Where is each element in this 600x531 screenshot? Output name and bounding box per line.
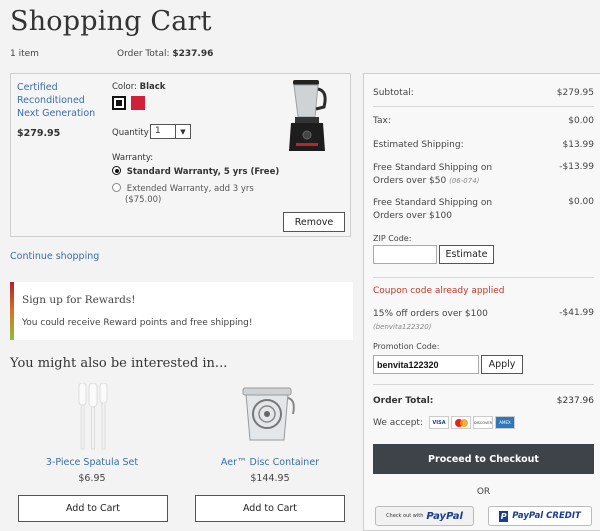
continue-shopping-link[interactable]: Continue shopping — [10, 251, 99, 262]
cart-item-price: $279.95 — [17, 128, 61, 139]
shipping-label: Estimated Shipping: — [373, 140, 464, 150]
product-price-spatula: $6.95 — [78, 473, 106, 484]
subtotal-value: $279.95 — [556, 88, 594, 98]
zip-input[interactable] — [373, 245, 437, 264]
warranty-option-extended[interactable]: Extended Warranty, add 3 yrs ($75.00) — [112, 183, 254, 206]
order-total-label: Order Total: — [373, 396, 434, 406]
recommend-title: You might also be interested in... — [10, 356, 228, 371]
discover-card-icon: DISCOVER — [473, 416, 493, 429]
tax-value: $0.00 — [568, 116, 594, 126]
paypal-checkout-button[interactable]: Check out with PayPal — [375, 506, 474, 526]
tax-label: Tax: — [373, 116, 391, 126]
radio-icon — [112, 183, 121, 192]
promo-discount-value: -$41.99 — [559, 308, 594, 318]
visa-card-icon: VISA — [429, 416, 449, 429]
radio-selected-icon — [112, 166, 121, 175]
page-title: Shopping Cart — [10, 6, 212, 37]
paypal-logo-icon: PayPal — [426, 510, 463, 522]
blender-image — [289, 80, 327, 151]
remove-button[interactable]: Remove — [283, 212, 345, 232]
promo-discount: 15% off orders over $100 (benvita122320) — [373, 309, 488, 331]
product-price-disc: $144.95 — [250, 473, 290, 484]
product-name-spatula[interactable]: 3-Piece Spatula Set — [10, 457, 174, 468]
color-label: Color: Black — [112, 82, 166, 92]
rewards-text: You could receive Reward points and free… — [22, 318, 253, 328]
spatula-set-image — [78, 383, 108, 450]
subtotal-label: Subtotal: — [373, 88, 414, 98]
chevron-down-icon: ▼ — [175, 125, 190, 138]
swatch-black[interactable] — [112, 96, 126, 110]
mastercard-icon — [451, 416, 471, 429]
warranty-option-standard[interactable]: Standard Warranty, 5 yrs (Free) — [112, 166, 279, 177]
promo-code-input[interactable] — [373, 355, 479, 374]
paypal-credit-button[interactable]: P PayPal CREDIT — [488, 506, 592, 526]
free-shipping-100: Free Standard Shipping on Orders over $1… — [373, 198, 493, 221]
apply-button[interactable]: Apply — [481, 355, 523, 374]
amex-card-icon: AMEX — [495, 416, 515, 429]
rewards-title: Sign up for Rewards! — [22, 294, 136, 306]
estimate-button[interactable]: Estimate — [439, 245, 494, 264]
warranty-label: Warranty: — [112, 153, 154, 163]
order-total-value: $237.96 — [556, 396, 594, 406]
free-shipping-100-value: $0.00 — [568, 197, 594, 207]
rewards-banner — [10, 282, 353, 340]
promo-code-label: Promotion Code: — [373, 342, 440, 351]
divider — [373, 384, 594, 385]
add-to-cart-button[interactable]: Add to Cart — [18, 495, 168, 522]
swatch-red[interactable] — [131, 96, 145, 110]
free-shipping-50-value: -$13.99 — [559, 162, 594, 172]
coupon-error-message: Coupon code already applied — [373, 286, 505, 296]
zip-label: ZIP Code: — [373, 234, 412, 243]
shipping-value: $13.99 — [562, 140, 595, 150]
quantity-select[interactable]: 1 ▼ — [150, 124, 191, 139]
item-count: 1 item — [10, 49, 39, 59]
we-accept-label: We accept: — [373, 418, 423, 428]
header-order-total: Order Total: $237.96 — [117, 49, 214, 59]
proceed-to-checkout-button[interactable]: Proceed to Checkout — [373, 444, 594, 474]
divider — [373, 277, 594, 278]
divider — [373, 106, 594, 107]
free-shipping-50: Free Standard Shipping on Orders over $5… — [373, 163, 493, 186]
product-name-disc[interactable]: Aer™ Disc Container — [188, 457, 352, 468]
quantity-label: Quantity — [112, 128, 149, 138]
cart-item-name[interactable]: Certified Reconditioned Next Generation — [17, 81, 95, 120]
or-separator: OR — [476, 487, 491, 497]
rewards-color-bar — [10, 282, 14, 340]
add-to-cart-button[interactable]: Add to Cart — [195, 495, 345, 522]
disc-container-image — [242, 387, 295, 441]
paypal-p-icon: P — [499, 510, 509, 522]
